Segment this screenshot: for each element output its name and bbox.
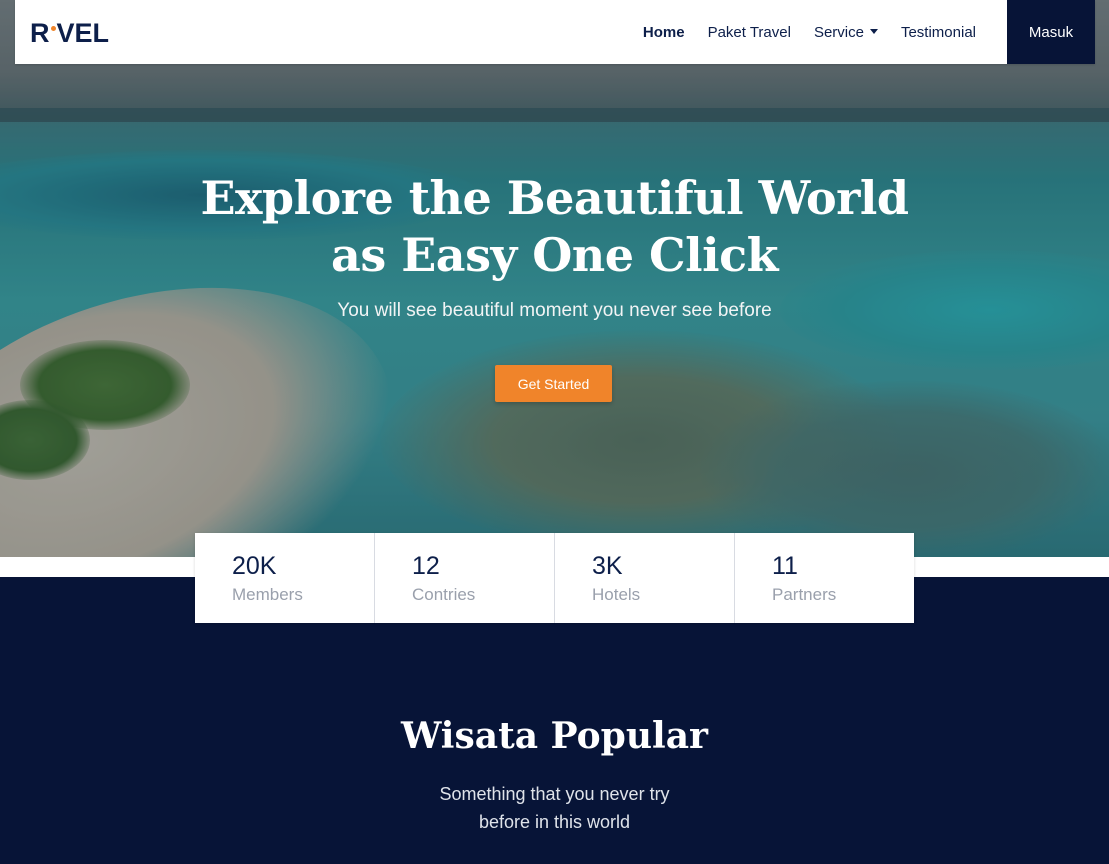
logo-dot-icon: [50, 25, 56, 31]
hero-subtitle: You will see beautiful moment you never …: [337, 300, 772, 321]
logo-text-left: R: [30, 17, 50, 48]
hero-title-line2: as Easy One Click: [331, 228, 778, 282]
stat-partners: 11 Partners: [734, 533, 914, 623]
nav-item-paket-travel[interactable]: Paket Travel: [708, 24, 791, 41]
brand-logo[interactable]: R VEL: [30, 17, 110, 48]
logo-text-right: VEL: [56, 17, 110, 48]
stat-value: 20K: [232, 552, 277, 580]
stat-value: 3K: [592, 552, 623, 580]
nav-links: Home Paket Travel Service Testimonial: [620, 0, 976, 64]
stat-countries: 12 Contries: [374, 533, 554, 623]
popular-subtitle-line2: before in this world: [478, 812, 631, 832]
login-button[interactable]: Masuk: [1007, 0, 1095, 64]
navbar: R VEL Home Paket Travel Service Testimoni…: [15, 0, 1095, 64]
stat-value: 12: [412, 552, 440, 580]
nav-item-service-label: Service: [813, 23, 864, 41]
popular-subtitle-line1: Something that you never try: [439, 784, 670, 804]
popular-section-subtitle: Something that you never try before in t…: [0, 780, 1109, 836]
stat-members: 20K Members: [195, 533, 374, 623]
stat-label: Hotels: [592, 585, 641, 604]
stats-bar: 20K Members 12 Contries 3K Hotels 11 Par…: [195, 533, 914, 623]
stat-label: Members: [232, 585, 303, 604]
stat-hotels: 3K Hotels: [554, 533, 734, 623]
stat-label: Partners: [772, 585, 837, 604]
nav-item-testimonial[interactable]: Testimonial: [901, 24, 976, 41]
stat-label: Contries: [412, 585, 476, 604]
get-started-button[interactable]: Get Started: [495, 365, 612, 402]
hero-title-line1: Explore the Beautiful World: [200, 171, 909, 225]
nav-item-home[interactable]: Home: [643, 24, 685, 41]
hero-title: Explore the Beautiful World as Easy One …: [0, 170, 1109, 284]
nav-item-service[interactable]: Service: [814, 24, 878, 41]
stat-value: 11: [772, 552, 798, 580]
popular-section-title: Wisata Popular: [401, 715, 708, 757]
caret-down-icon: [869, 28, 878, 34]
